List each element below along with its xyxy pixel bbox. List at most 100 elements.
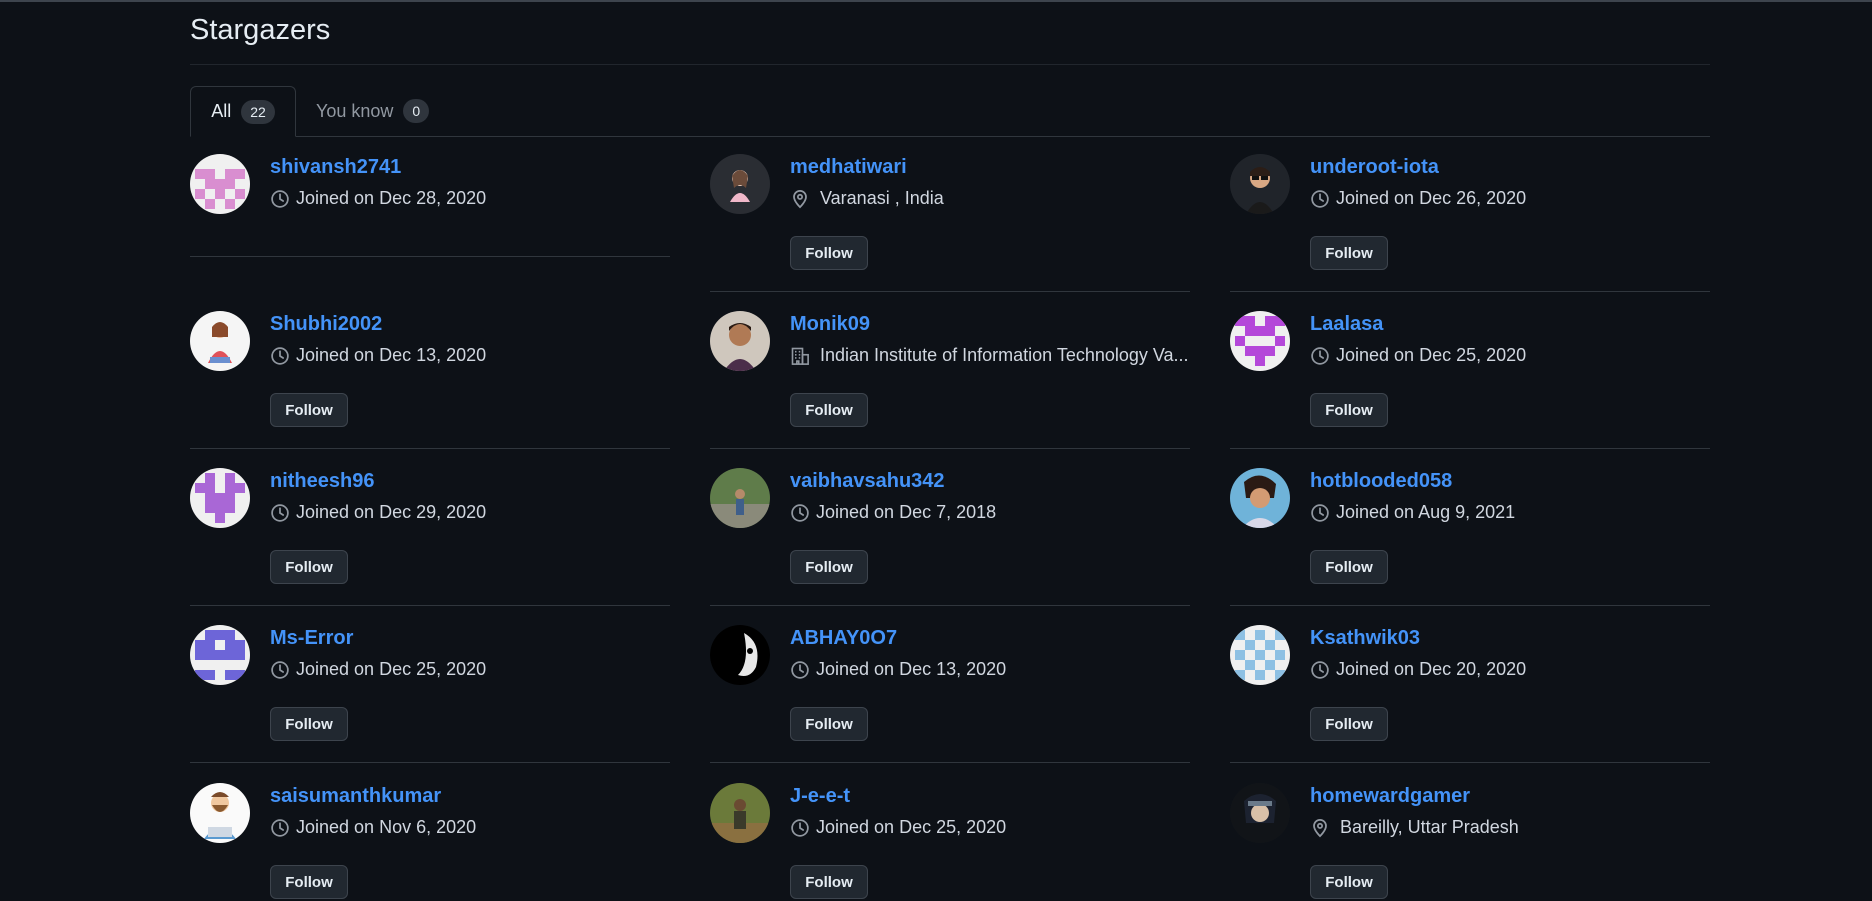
avatar[interactable] bbox=[1230, 154, 1290, 214]
organization-icon bbox=[790, 346, 810, 366]
top-border bbox=[0, 0, 1872, 2]
username-link[interactable]: underoot-iota bbox=[1310, 156, 1439, 179]
page-title: Stargazers bbox=[190, 14, 331, 46]
follow-button[interactable]: Follow bbox=[1310, 865, 1388, 899]
username-link[interactable]: Ms-Error bbox=[270, 627, 353, 650]
avatar[interactable] bbox=[190, 625, 250, 685]
tab-nav: All 22 You know 0 bbox=[190, 86, 1710, 137]
card-divider bbox=[710, 448, 1190, 449]
avatar[interactable] bbox=[1230, 783, 1290, 843]
clock-icon bbox=[270, 503, 290, 523]
follow-button[interactable]: Follow bbox=[790, 236, 868, 270]
avatar[interactable] bbox=[190, 783, 250, 843]
follow-button[interactable]: Follow bbox=[270, 393, 348, 427]
follow-button[interactable]: Follow bbox=[1310, 550, 1388, 584]
card-divider bbox=[190, 256, 670, 257]
avatar[interactable] bbox=[190, 154, 250, 214]
user-meta-text: Joined on Dec 13, 2020 bbox=[296, 345, 487, 365]
follow-button[interactable]: Follow bbox=[270, 550, 348, 584]
user-meta-text: Joined on Dec 25, 2020 bbox=[296, 659, 487, 679]
user-meta-text: Joined on Dec 29, 2020 bbox=[296, 502, 487, 522]
tab-you-know[interactable]: You know 0 bbox=[316, 86, 430, 136]
clock-icon bbox=[270, 660, 290, 680]
avatar[interactable] bbox=[710, 154, 770, 214]
username-link[interactable]: homewardgamer bbox=[1310, 785, 1470, 808]
avatar[interactable] bbox=[710, 311, 770, 371]
user-meta: Joined on Dec 25, 2020 bbox=[270, 659, 670, 680]
avatar[interactable] bbox=[190, 468, 250, 528]
follow-button[interactable]: Follow bbox=[790, 550, 868, 584]
tab-all[interactable]: All 22 bbox=[190, 86, 296, 137]
username-link[interactable]: Ksathwik03 bbox=[1310, 627, 1420, 650]
username-link[interactable]: Laalasa bbox=[1310, 313, 1383, 336]
user-meta: Joined on Dec 25, 2020 bbox=[790, 817, 1190, 838]
clock-icon bbox=[790, 818, 810, 838]
follow-button[interactable]: Follow bbox=[790, 393, 868, 427]
user-meta: Joined on Dec 13, 2020 bbox=[790, 659, 1190, 680]
tab-you-know-counter: 0 bbox=[403, 99, 430, 123]
clock-icon bbox=[1310, 503, 1330, 523]
user-meta: Joined on Dec 25, 2020 bbox=[1310, 345, 1710, 366]
clock-icon bbox=[270, 189, 290, 209]
follow-button[interactable]: Follow bbox=[1310, 236, 1388, 270]
user-meta: Joined on Nov 6, 2020 bbox=[270, 817, 670, 838]
username-link[interactable]: nitheesh96 bbox=[270, 470, 374, 493]
username-link[interactable]: Shubhi2002 bbox=[270, 313, 382, 336]
tab-all-counter: 22 bbox=[241, 99, 275, 124]
username-link[interactable]: vaibhavsahu342 bbox=[790, 470, 945, 493]
username-link[interactable]: Monik09 bbox=[790, 313, 870, 336]
user-meta: Joined on Dec 28, 2020 bbox=[270, 188, 670, 209]
clock-icon bbox=[270, 818, 290, 838]
follow-button[interactable]: Follow bbox=[1310, 707, 1388, 741]
username-link[interactable]: saisumanthkumar bbox=[270, 785, 441, 808]
card-divider bbox=[1230, 605, 1710, 606]
title-divider bbox=[190, 64, 1710, 65]
follow-button[interactable]: Follow bbox=[790, 707, 868, 741]
card-divider bbox=[710, 762, 1190, 763]
user-meta: Joined on Dec 13, 2020 bbox=[270, 345, 670, 366]
clock-icon bbox=[1310, 189, 1330, 209]
username-link[interactable]: J-e-e-t bbox=[790, 785, 850, 808]
username-link[interactable]: ABHAY0O7 bbox=[790, 627, 897, 650]
avatar[interactable] bbox=[1230, 311, 1290, 371]
clock-icon bbox=[1310, 660, 1330, 680]
avatar[interactable] bbox=[710, 783, 770, 843]
avatar[interactable] bbox=[1230, 625, 1290, 685]
user-meta-text: Joined on Dec 25, 2020 bbox=[816, 817, 1007, 837]
clock-icon bbox=[790, 660, 810, 680]
user-meta-text: Joined on Dec 7, 2018 bbox=[816, 502, 997, 522]
user-meta-text: Joined on Dec 25, 2020 bbox=[1336, 345, 1527, 365]
user-meta: Indian Institute of Information Technolo… bbox=[790, 345, 1190, 366]
follow-button[interactable]: Follow bbox=[1310, 393, 1388, 427]
card-divider bbox=[1230, 762, 1710, 763]
card-divider bbox=[710, 605, 1190, 606]
username-link[interactable]: shivansh2741 bbox=[270, 156, 401, 179]
tab-you-know-label: You know bbox=[316, 100, 394, 121]
user-meta-text: Joined on Dec 28, 2020 bbox=[296, 188, 487, 208]
location-icon bbox=[1310, 818, 1330, 838]
avatar[interactable] bbox=[710, 468, 770, 528]
username-link[interactable]: hotblooded058 bbox=[1310, 470, 1452, 493]
user-meta-text: Varanasi , India bbox=[820, 188, 944, 208]
user-meta-text: Joined on Dec 26, 2020 bbox=[1336, 188, 1527, 208]
user-meta: Joined on Dec 20, 2020 bbox=[1310, 659, 1710, 680]
card-divider bbox=[190, 448, 670, 449]
user-meta: Joined on Dec 29, 2020 bbox=[270, 502, 670, 523]
user-meta-text: Joined on Aug 9, 2021 bbox=[1336, 502, 1516, 522]
follow-button[interactable]: Follow bbox=[270, 707, 348, 741]
user-meta-text: Joined on Dec 13, 2020 bbox=[816, 659, 1007, 679]
user-meta: Varanasi , India bbox=[790, 188, 1190, 209]
follow-button[interactable]: Follow bbox=[270, 865, 348, 899]
card-divider bbox=[190, 605, 670, 606]
follow-button[interactable]: Follow bbox=[790, 865, 868, 899]
user-meta-text: Joined on Dec 20, 2020 bbox=[1336, 659, 1527, 679]
avatar[interactable] bbox=[710, 625, 770, 685]
avatar[interactable] bbox=[1230, 468, 1290, 528]
clock-icon bbox=[1310, 346, 1330, 366]
card-divider bbox=[1230, 448, 1710, 449]
username-link[interactable]: medhatiwari bbox=[790, 156, 907, 179]
user-meta-text: Indian Institute of Information Technolo… bbox=[820, 345, 1189, 365]
location-icon bbox=[790, 189, 810, 209]
user-meta-text: Joined on Nov 6, 2020 bbox=[296, 817, 477, 837]
avatar[interactable] bbox=[190, 311, 250, 371]
